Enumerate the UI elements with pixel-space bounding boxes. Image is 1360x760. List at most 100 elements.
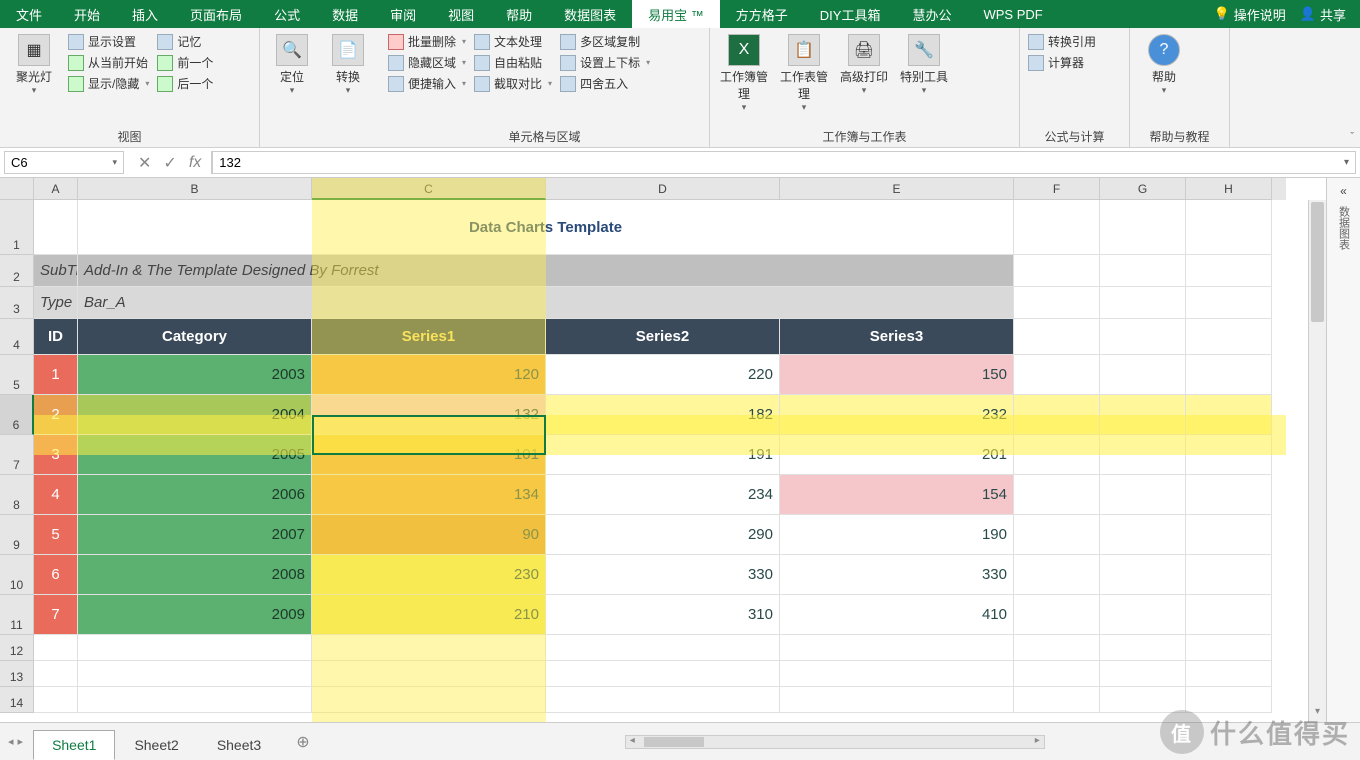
row-header[interactable]: 3 xyxy=(0,287,34,319)
cell[interactable] xyxy=(34,687,78,713)
share-button[interactable]: 👤共享 xyxy=(1300,5,1346,24)
category-cell[interactable]: 2009 xyxy=(78,595,312,635)
cell[interactable] xyxy=(1014,319,1100,355)
row-header[interactable]: 5 xyxy=(0,355,34,395)
series2-cell[interactable]: 310 xyxy=(546,595,780,635)
col-header[interactable]: H xyxy=(1186,178,1272,200)
cell[interactable] xyxy=(34,200,78,255)
cell[interactable] xyxy=(1014,555,1100,595)
id-cell[interactable]: 1 xyxy=(34,355,78,395)
from-current-button[interactable]: 从当前开始 xyxy=(66,53,151,72)
menu-tab[interactable]: 数据图表 xyxy=(548,0,632,28)
cell[interactable] xyxy=(1014,661,1100,687)
cell[interactable] xyxy=(1014,687,1100,713)
series2-cell[interactable]: 290 xyxy=(546,515,780,555)
table-header[interactable]: Series2 xyxy=(546,319,780,355)
cell[interactable] xyxy=(1186,355,1272,395)
title-cell[interactable]: Data Charts Template xyxy=(78,200,1014,255)
cell[interactable] xyxy=(1100,355,1186,395)
row-header[interactable]: 2 xyxy=(0,255,34,287)
cell[interactable] xyxy=(1014,595,1100,635)
table-header[interactable]: Series1 xyxy=(312,319,546,355)
row-header[interactable]: 4 xyxy=(0,319,34,355)
cell[interactable] xyxy=(1186,200,1272,255)
spreadsheet-grid[interactable]: A B C D E F G H 1 Data Charts Template xyxy=(0,178,1326,722)
id-cell[interactable]: 7 xyxy=(34,595,78,635)
scroll-thumb[interactable] xyxy=(644,737,704,747)
cell[interactable] xyxy=(780,661,1014,687)
series1-cell[interactable]: 230 xyxy=(312,555,546,595)
cell[interactable] xyxy=(1100,661,1186,687)
cell[interactable] xyxy=(1014,395,1100,435)
chevron-down-icon[interactable]: ▾ xyxy=(112,157,117,168)
category-cell[interactable]: 2008 xyxy=(78,555,312,595)
cell[interactable] xyxy=(312,635,546,661)
cell[interactable] xyxy=(1014,435,1100,475)
locate-button[interactable]: 🔍定位▾ xyxy=(266,32,318,98)
series2-cell[interactable]: 220 xyxy=(546,355,780,395)
table-header[interactable]: ID xyxy=(34,319,78,355)
menu-tab[interactable]: 页面布局 xyxy=(174,0,258,28)
chevron-left-icon[interactable]: « xyxy=(1340,184,1347,198)
cell[interactable] xyxy=(780,635,1014,661)
cell[interactable] xyxy=(1100,475,1186,515)
col-header[interactable]: A xyxy=(34,178,78,200)
table-header[interactable]: Series3 xyxy=(780,319,1014,355)
row-header[interactable]: 8 xyxy=(0,475,34,515)
series1-cell[interactable]: 134 xyxy=(312,475,546,515)
add-sheet-button[interactable]: ⊕ xyxy=(296,732,309,752)
series2-cell[interactable]: 234 xyxy=(546,475,780,515)
cell[interactable] xyxy=(546,635,780,661)
cell[interactable] xyxy=(1100,595,1186,635)
cell[interactable] xyxy=(1014,355,1100,395)
convert-ref-button[interactable]: 转换引用 xyxy=(1026,32,1098,51)
cell[interactable] xyxy=(34,661,78,687)
scroll-thumb[interactable] xyxy=(1311,202,1324,322)
spotlight-button[interactable]: ▦聚光灯▾ xyxy=(6,32,62,98)
menu-tab[interactable]: 方方格子 xyxy=(720,0,804,28)
row-header-selected[interactable]: 6 xyxy=(0,395,34,435)
memory-button[interactable]: 记忆 xyxy=(155,32,215,51)
show-settings-button[interactable]: 显示设置 xyxy=(66,32,151,51)
cell[interactable] xyxy=(312,687,546,713)
col-header-selected[interactable]: C xyxy=(312,178,546,200)
cell[interactable] xyxy=(1186,555,1272,595)
menu-tab[interactable]: 开始 xyxy=(58,0,116,28)
id-cell[interactable]: 3 xyxy=(34,435,78,475)
type-label[interactable]: Type xyxy=(34,287,78,319)
sheet-tab-active[interactable]: Sheet1 xyxy=(33,730,115,760)
series1-cell[interactable]: 132 xyxy=(312,395,546,435)
cell[interactable] xyxy=(780,687,1014,713)
horizontal-scrollbar[interactable]: ◂▸ xyxy=(625,735,1045,749)
convert-button[interactable]: 📄转换▾ xyxy=(322,32,374,98)
formula-input[interactable]: 132▾ xyxy=(212,151,1356,174)
series2-cell[interactable]: 330 xyxy=(546,555,780,595)
menu-tab[interactable]: 插入 xyxy=(116,0,174,28)
category-cell[interactable]: 2004 xyxy=(78,395,312,435)
menu-tab[interactable]: 帮助 xyxy=(490,0,548,28)
cell[interactable] xyxy=(1186,435,1272,475)
cell[interactable] xyxy=(1100,287,1186,319)
cell[interactable] xyxy=(78,635,312,661)
help-hint[interactable]: 💡操作说明 xyxy=(1214,5,1286,24)
workbook-mgmt-button[interactable]: X工作簿管理▾ xyxy=(716,32,772,115)
category-cell[interactable]: 2005 xyxy=(78,435,312,475)
row-header[interactable]: 9 xyxy=(0,515,34,555)
col-header[interactable]: G xyxy=(1100,178,1186,200)
type-value[interactable]: Bar_A xyxy=(78,287,1014,319)
row-header[interactable]: 14 xyxy=(0,687,34,713)
cell[interactable] xyxy=(1100,200,1186,255)
free-paste-button[interactable]: 自由粘贴 xyxy=(472,53,554,72)
fx-icon[interactable]: fx xyxy=(189,154,201,172)
subscript-button[interactable]: 设置上下标▾ xyxy=(558,53,652,72)
series1-cell[interactable]: 90 xyxy=(312,515,546,555)
series3-cell[interactable]: 201 xyxy=(780,435,1014,475)
cell[interactable] xyxy=(1100,435,1186,475)
series1-cell[interactable]: 210 xyxy=(312,595,546,635)
id-cell[interactable]: 5 xyxy=(34,515,78,555)
cell[interactable] xyxy=(1100,395,1186,435)
menu-tab[interactable]: 审阅 xyxy=(374,0,432,28)
cell[interactable] xyxy=(1186,395,1272,435)
series3-cell[interactable]: 232 xyxy=(780,395,1014,435)
help-button[interactable]: ?帮助▾ xyxy=(1136,32,1192,98)
